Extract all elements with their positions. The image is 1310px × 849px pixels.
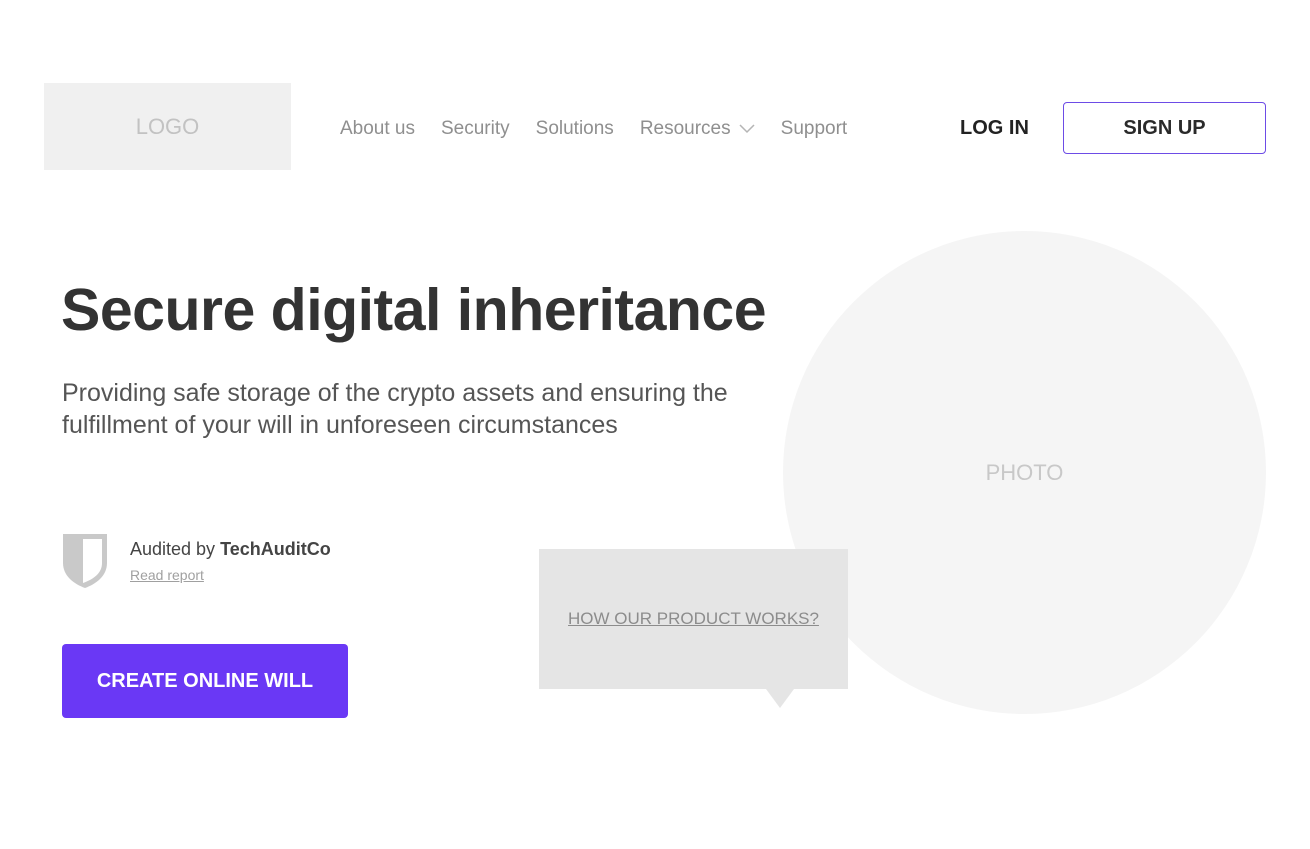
create-online-will-button[interactable]: CREATE ONLINE WILL: [62, 644, 348, 718]
audit-badge: Audited by TechAuditCo Read report: [62, 533, 331, 589]
chevron-down-icon: [739, 124, 755, 134]
signup-button[interactable]: SIGN UP: [1063, 102, 1266, 154]
nav-about-us[interactable]: About us: [340, 118, 415, 140]
auditor-name: TechAuditCo: [220, 539, 331, 559]
logo-text: LOGO: [135, 113, 200, 139]
read-report-link[interactable]: Read report: [130, 567, 204, 583]
photo-placeholder: PHOTO: [783, 231, 1266, 714]
nav-support[interactable]: Support: [781, 118, 848, 140]
landing-page: LOGO About us Security Solutions Resourc…: [0, 0, 1310, 849]
login-button[interactable]: LOG IN: [960, 117, 1029, 140]
signup-label: SIGN UP: [1123, 116, 1206, 139]
nav-resources-label: Resources: [639, 118, 731, 139]
nav-security[interactable]: Security: [441, 118, 510, 140]
logo-placeholder[interactable]: LOGO: [44, 83, 291, 170]
product-video-placeholder[interactable]: HOW OUR PRODUCT WORKS?: [539, 549, 848, 689]
hero-title: Secure digital inheritance: [61, 277, 767, 343]
how-product-works-link[interactable]: HOW OUR PRODUCT WORKS?: [568, 609, 819, 629]
nav-resources[interactable]: Resources: [640, 118, 755, 140]
main-nav: About us Security Solutions Resources Su…: [340, 117, 873, 141]
shield-icon: [63, 534, 107, 588]
audit-text: Audited by TechAuditCo Read report: [130, 539, 331, 589]
speech-bubble-tail: [766, 689, 794, 708]
photo-label: PHOTO: [985, 459, 1064, 485]
hero-subtitle: Providing safe storage of the crypto ass…: [62, 379, 728, 439]
nav-solutions[interactable]: Solutions: [536, 118, 614, 140]
audited-by-text: Audited by TechAuditCo: [130, 539, 331, 560]
cta-label: CREATE ONLINE WILL: [96, 669, 314, 692]
audited-by-prefix: Audited by: [130, 539, 221, 559]
